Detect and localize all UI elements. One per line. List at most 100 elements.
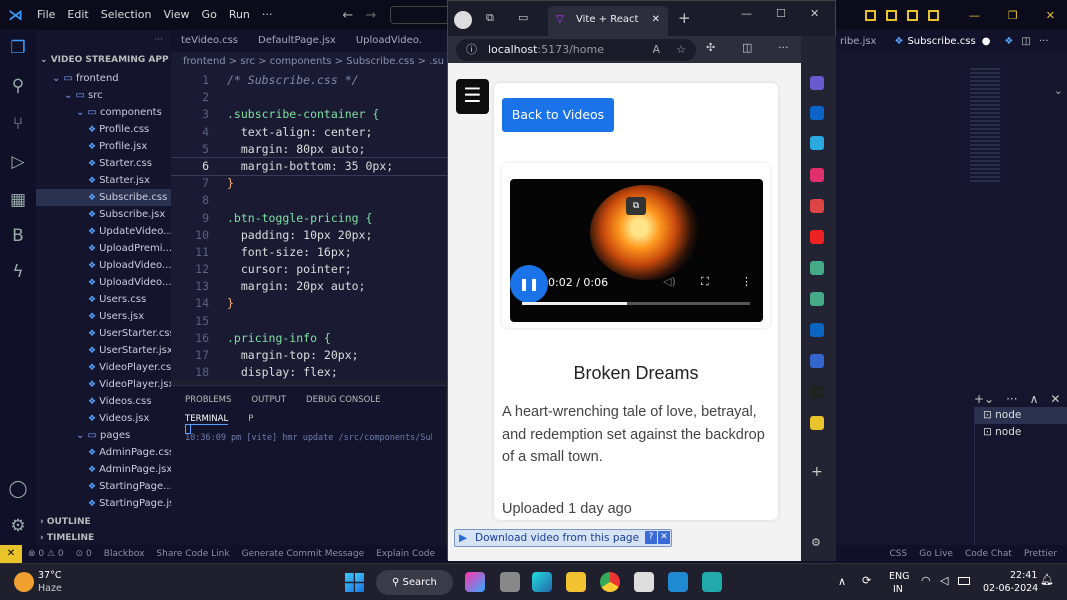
code-line[interactable]: 12 cursor: pointer;	[171, 261, 447, 278]
code-line[interactable]: 2	[171, 89, 447, 106]
tree-file[interactable]: ❖ UploadVideo....	[36, 257, 171, 274]
panel-tab-debug-console[interactable]: DEBUG CONSOLE	[306, 395, 380, 405]
minimize-icon[interactable]: —	[969, 9, 980, 22]
settings-gear-icon[interactable]: ⚙	[6, 514, 30, 538]
google-icon-2[interactable]	[810, 292, 824, 306]
status-item-right[interactable]: Go Live	[919, 549, 953, 559]
code-line[interactable]: 1 /* Subscribe.css */	[171, 72, 447, 89]
run-debug-icon[interactable]: ▷	[6, 150, 30, 174]
layout-icon-4[interactable]	[927, 9, 939, 21]
code-line[interactable]: 17 margin-top: 20px;	[171, 347, 447, 364]
panel-tab-problems[interactable]: PROBLEMS	[185, 395, 231, 405]
code-line[interactable]: 15	[171, 313, 447, 330]
code-line[interactable]: 5 margin: 80px auto;	[171, 141, 447, 158]
code-line[interactable]: 7}	[171, 175, 447, 192]
explorer-icon[interactable]: ❐	[6, 36, 30, 60]
menu-item-run[interactable]: Run	[223, 0, 256, 30]
browser-minimize-icon[interactable]: —	[741, 7, 752, 20]
volume-icon[interactable]: ◁	[940, 574, 948, 587]
wifi-icon[interactable]: ◠	[921, 574, 931, 587]
edge-dev-app-icon[interactable]	[702, 572, 722, 592]
tab-close-icon[interactable]: ✕	[652, 6, 660, 34]
nav-back-icon[interactable]: ←	[342, 8, 353, 23]
status-item[interactable]: ⊗ 0 ⚠ 0	[28, 549, 64, 559]
download-video-bar[interactable]: ▶ Download video from this page ? ✕	[454, 529, 672, 547]
minimap[interactable]	[970, 68, 1000, 183]
status-item[interactable]: Share Code Link	[156, 549, 229, 559]
tree-file[interactable]: ❖ Starter.css	[36, 155, 171, 172]
terminal-instance[interactable]: ⊡ node	[975, 424, 1067, 441]
editor-tab[interactable]: UploadVideo.	[346, 30, 432, 52]
status-item-right[interactable]: CSS	[890, 549, 908, 559]
url-bar[interactable]: ⓘ localhost:5173/home A ☆	[456, 39, 696, 61]
new-terminal-icon[interactable]: +⌄	[974, 392, 994, 406]
tree-file[interactable]: ❖ Videos.jsx	[36, 410, 171, 427]
add-sidebar-icon[interactable]: +	[811, 464, 823, 480]
timeline-section[interactable]: TIMELINE	[47, 533, 94, 543]
status-item-right[interactable]: Code Chat	[965, 549, 1012, 559]
tree-folder[interactable]: ⌄ ▭ components	[36, 104, 171, 121]
code-line[interactable]: 6 margin-bottom: 35 0px;	[171, 156, 447, 177]
search-icon[interactable]: ⚲	[6, 74, 30, 98]
chrome-app-icon[interactable]	[600, 572, 620, 592]
tree-file[interactable]: ❖ Videos.css	[36, 393, 171, 410]
tree-folder[interactable]: ⌄ ▭ src	[36, 87, 171, 104]
profile-avatar[interactable]	[454, 11, 472, 29]
editor-tab[interactable]: DefaultPage.jsx	[248, 30, 346, 52]
vscode-app-icon[interactable]	[668, 572, 688, 592]
taskbar-search[interactable]: ⚲ Search	[376, 570, 453, 595]
code-line[interactable]: 9 .btn-toggle-pricing {	[171, 210, 447, 227]
remote-indicator[interactable]: ✕	[0, 545, 22, 563]
tree-file[interactable]: ❖ Profile.jsx	[36, 138, 171, 155]
layout-icon-3[interactable]	[906, 9, 918, 21]
copilot-app-icon[interactable]	[465, 572, 485, 592]
help-icon[interactable]: ?	[645, 531, 657, 544]
info-icon[interactable]	[810, 354, 824, 368]
code-body[interactable]: 1 /* Subscribe.css */ 2 3 .subscribe-contain…	[171, 72, 447, 380]
code-line[interactable]: 13 margin: 20px auto;	[171, 278, 447, 295]
layout-icon-2[interactable]	[885, 9, 897, 21]
browser-maximize-icon[interactable]: ☐	[776, 7, 786, 20]
sidebar-settings-icon[interactable]: ⚙	[811, 536, 821, 549]
code-line[interactable]: 3 .subscribe-container {	[171, 106, 447, 123]
menu-item-selection[interactable]: Selection	[95, 0, 158, 30]
split-icon[interactable]: ◫	[1021, 36, 1030, 47]
lang-bottom[interactable]: IN	[893, 584, 903, 595]
extensions-icon[interactable]: ▦	[6, 188, 30, 212]
maximize-panel-icon[interactable]: ∧	[1030, 392, 1039, 406]
menu-hamburger-icon[interactable]: ☰	[456, 79, 489, 114]
code-line[interactable]: 10 padding: 10px 20px;	[171, 227, 447, 244]
dropdown-chevron-icon[interactable]: ⌄	[1054, 84, 1063, 97]
instagram-icon[interactable]	[810, 168, 824, 182]
account-icon[interactable]: ◯	[6, 477, 30, 501]
tree-file[interactable]: ❖ Users.css	[36, 291, 171, 308]
google-icon[interactable]	[810, 261, 824, 275]
extensions-puzzle-icon[interactable]: ✣	[706, 41, 715, 54]
new-tab-icon[interactable]: +	[678, 9, 691, 27]
menu-item-file[interactable]: File	[31, 0, 61, 30]
workspaces-icon[interactable]: ⧉	[486, 11, 494, 25]
fullscreen-icon[interactable]: ⛶	[701, 275, 709, 289]
weather-icon[interactable]	[14, 572, 34, 592]
outline-section[interactable]: OUTLINE	[47, 517, 91, 527]
store-app-icon[interactable]	[634, 572, 654, 592]
right-tab-partial[interactable]: ribe.jsx	[836, 36, 884, 47]
tree-file[interactable]: ❖ UserStarter.jsx	[36, 342, 171, 359]
tree-file[interactable]: ❖ UserStarter.css	[36, 325, 171, 342]
gmail-icon[interactable]	[810, 199, 824, 213]
lang-top[interactable]: ENG	[889, 571, 909, 582]
panel-tab-terminal[interactable]: TERMINAL	[185, 414, 229, 425]
tree-file[interactable]: ❖ Users.jsx	[36, 308, 171, 325]
tree-file[interactable]: ❖ VideoPlayer.jsx	[36, 376, 171, 393]
terminal-output[interactable]: 10:36:09 pm [vite] hmr update /src/compo…	[185, 433, 432, 443]
amazon-icon[interactable]	[810, 385, 824, 399]
outlook-icon[interactable]	[810, 106, 824, 120]
split-screen-icon[interactable]: ◫	[742, 41, 752, 54]
menu-item-[interactable]: ···	[256, 0, 279, 30]
pause-button[interactable]: ❚❚	[510, 265, 548, 303]
breadcrumb[interactable]: frontend > src > components > Subscribe.…	[171, 52, 447, 72]
right-tab-subscribe-css[interactable]: Subscribe.css	[907, 36, 975, 47]
status-item[interactable]: Explain Code	[376, 549, 435, 559]
explorer-more-icon[interactable]: ···	[36, 30, 171, 50]
menu-item-view[interactable]: View	[157, 0, 195, 30]
